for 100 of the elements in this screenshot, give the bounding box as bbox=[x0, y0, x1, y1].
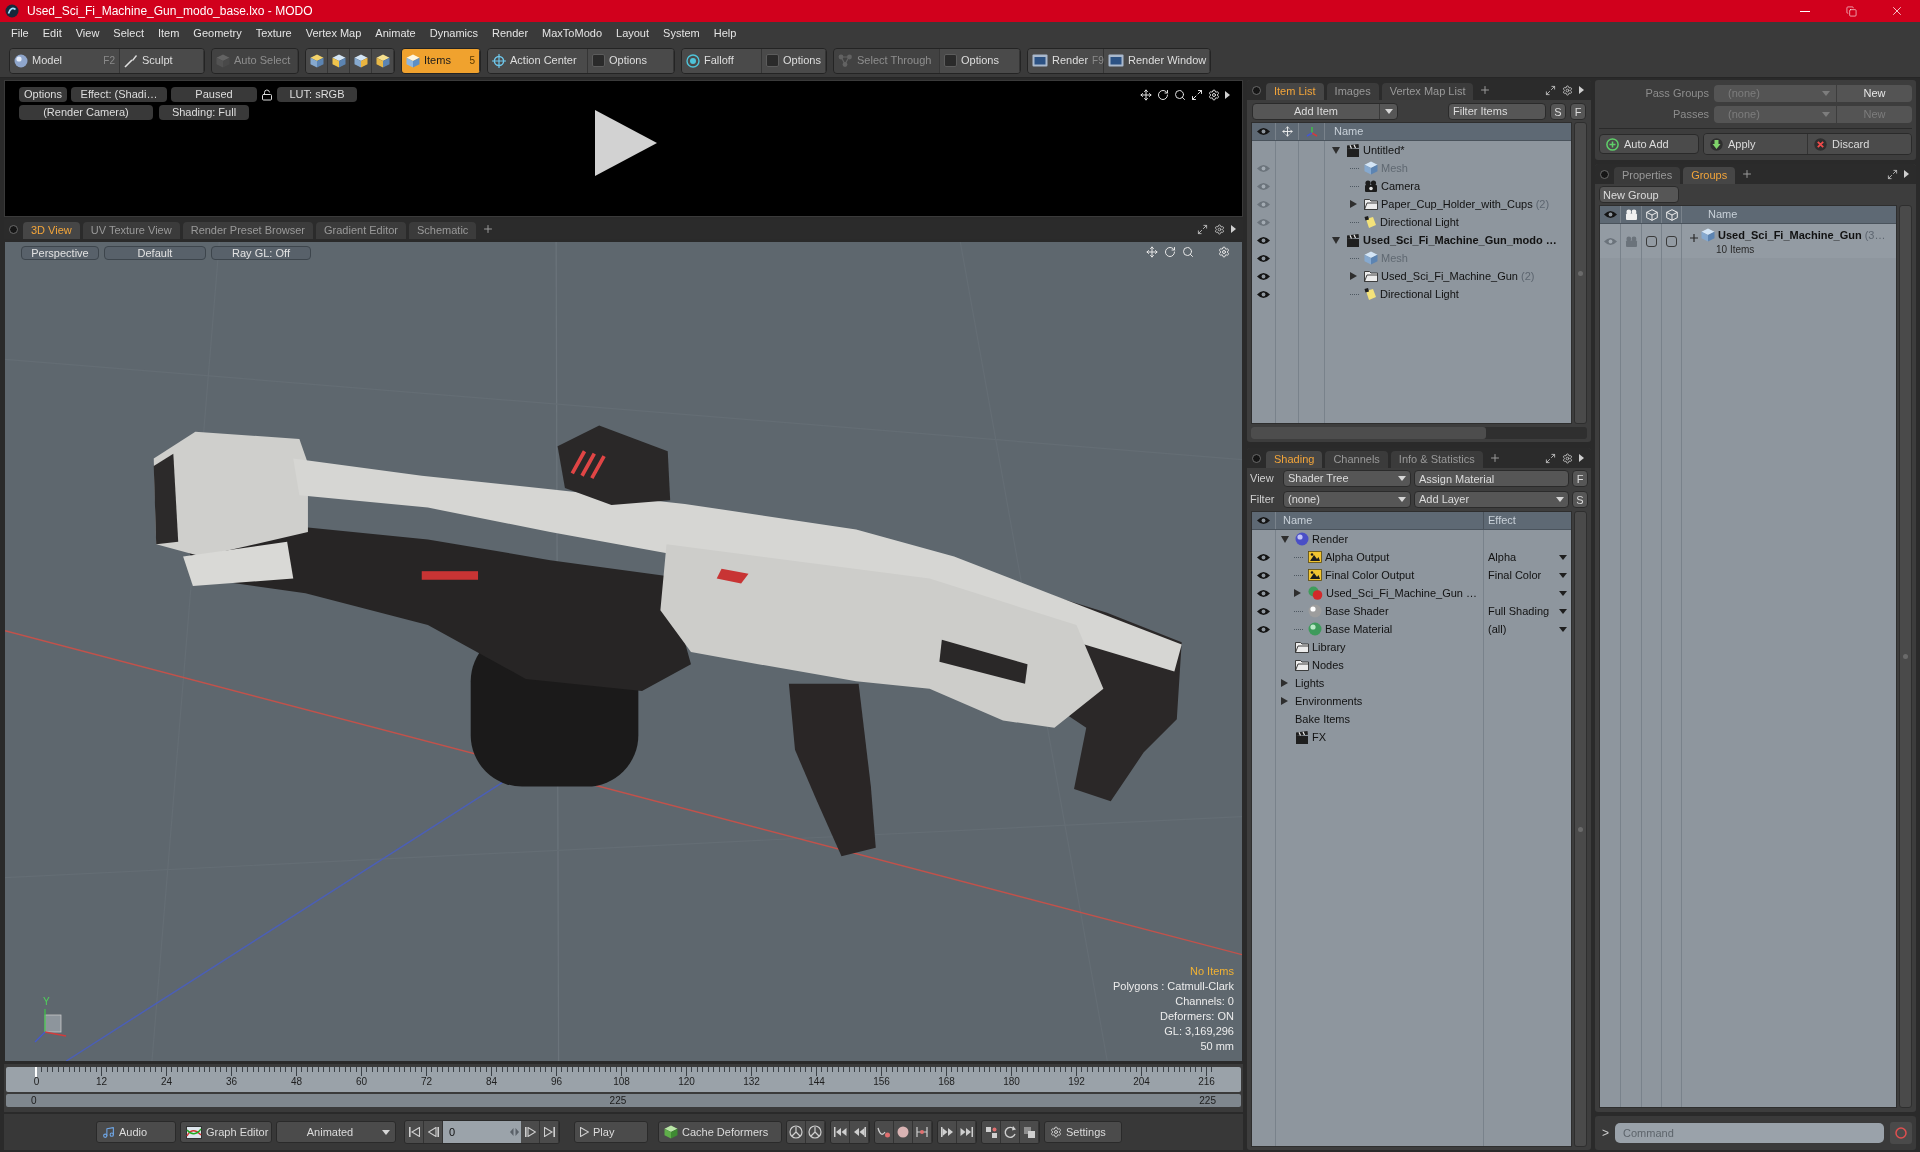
column-header[interactable]: Name bbox=[1682, 206, 1738, 223]
settings-icon[interactable] bbox=[1562, 84, 1573, 96]
toolbar-button[interactable]: Options bbox=[940, 48, 1020, 73]
panel-menu-icon[interactable] bbox=[1600, 169, 1609, 179]
toolbar-button[interactable]: Action Center bbox=[488, 48, 588, 73]
tree-item-label[interactable]: Used_Sci_Fi_Machine_Gun_modo … bbox=[1363, 231, 1557, 249]
menu-item[interactable]: Layout bbox=[616, 24, 650, 42]
toolbar-button[interactable]: Options bbox=[762, 48, 826, 73]
camera-icon[interactable] bbox=[1624, 209, 1638, 220]
next-key-button[interactable] bbox=[938, 1121, 957, 1143]
effect-dropdown[interactable]: Final Color bbox=[1484, 566, 1571, 584]
move-icon[interactable] bbox=[1140, 88, 1152, 101]
column-header[interactable]: Effect bbox=[1484, 512, 1571, 529]
menu-item[interactable]: MaxToModo bbox=[542, 24, 602, 42]
add-tab-icon[interactable] bbox=[1741, 168, 1754, 180]
maximize-icon[interactable] bbox=[1545, 84, 1556, 96]
preview-option-button[interactable]: Paused bbox=[171, 87, 257, 102]
toolbar-button[interactable] bbox=[350, 48, 372, 73]
toolbar-button[interactable] bbox=[372, 48, 394, 73]
discard-button[interactable]: Discard bbox=[1808, 134, 1911, 154]
play-icon[interactable] bbox=[595, 110, 657, 176]
tab[interactable]: Schematic bbox=[409, 222, 477, 239]
eye-icon[interactable] bbox=[1257, 552, 1270, 562]
effect-dropdown[interactable]: Full Shading bbox=[1484, 602, 1571, 620]
new-button[interactable]: New bbox=[1837, 85, 1912, 102]
tab[interactable]: Item List bbox=[1266, 83, 1324, 100]
tab[interactable]: UV Texture View bbox=[82, 222, 180, 239]
key-tool-button[interactable] bbox=[913, 1121, 932, 1143]
maximize-icon[interactable] bbox=[1545, 452, 1556, 464]
menu-item[interactable]: System bbox=[663, 24, 700, 42]
menu-item[interactable]: Item bbox=[157, 24, 180, 42]
right-triangle-icon[interactable] bbox=[1579, 86, 1584, 94]
key-curve-button[interactable] bbox=[875, 1121, 894, 1143]
loop-button[interactable] bbox=[1001, 1121, 1020, 1143]
tree-item-label[interactable]: Lights bbox=[1295, 674, 1325, 692]
column-header[interactable]: Name bbox=[1325, 123, 1364, 140]
group-name[interactable]: Used_Sci_Fi_Machine_Gun bbox=[1718, 227, 1862, 244]
view-dropdown[interactable]: Shader Tree bbox=[1283, 470, 1411, 487]
toggle-button[interactable]: F bbox=[1572, 470, 1588, 487]
tree-item-label[interactable]: Directional Light bbox=[1380, 213, 1459, 231]
effect-dropdown[interactable]: (all) bbox=[1484, 620, 1571, 638]
audio-button[interactable]: Audio bbox=[96, 1121, 176, 1143]
tab[interactable]: 3D View bbox=[23, 222, 80, 239]
tree-item-label[interactable]: Render bbox=[1312, 530, 1349, 548]
preview-option-button[interactable]: (Render Camera) bbox=[19, 105, 153, 120]
spoked-circle-button[interactable] bbox=[787, 1121, 806, 1143]
tree-item-label[interactable]: Untitled* bbox=[1363, 141, 1405, 159]
play-button[interactable]: Play bbox=[574, 1121, 648, 1143]
tab[interactable]: Channels bbox=[1325, 451, 1388, 468]
add-tab-icon[interactable] bbox=[1488, 452, 1501, 464]
down-triangle-icon[interactable] bbox=[1332, 146, 1340, 154]
toolbar-button[interactable]: Render F9 bbox=[1028, 48, 1104, 73]
tab[interactable]: Info & Statistics bbox=[1390, 451, 1483, 468]
maximize-icon[interactable] bbox=[1191, 88, 1203, 101]
add-item-dropdown[interactable]: Add Item bbox=[1252, 102, 1398, 120]
horizontal-scrollbar[interactable] bbox=[1251, 427, 1587, 439]
auto-add-button[interactable]: Auto Add bbox=[1599, 134, 1699, 154]
last-key-button[interactable] bbox=[957, 1121, 976, 1143]
settings-button[interactable]: Settings bbox=[1044, 1121, 1122, 1143]
menu-item[interactable]: Select bbox=[113, 24, 144, 42]
eye-icon[interactable] bbox=[1603, 210, 1617, 219]
vertical-scrollbar[interactable] bbox=[1574, 122, 1587, 424]
menu-item[interactable]: Animate bbox=[375, 24, 416, 42]
maximize-icon[interactable] bbox=[1197, 223, 1208, 235]
vertical-scrollbar[interactable] bbox=[1899, 205, 1912, 1108]
eye-icon[interactable] bbox=[1257, 624, 1270, 634]
tree-item-label[interactable]: Camera bbox=[1381, 177, 1421, 195]
menu-item[interactable]: Dynamics bbox=[429, 24, 478, 42]
effect-dropdown[interactable]: Alpha bbox=[1484, 548, 1571, 566]
panel-menu-icon[interactable] bbox=[9, 224, 18, 234]
tree-item-label[interactable]: Paper_Cup_Holder_with_Cups bbox=[1381, 195, 1533, 213]
down-triangle-icon[interactable] bbox=[1332, 236, 1340, 244]
filter-field[interactable]: Filter Items bbox=[1448, 102, 1546, 120]
eye-icon[interactable] bbox=[1257, 127, 1270, 136]
previous-key-button[interactable] bbox=[850, 1121, 869, 1143]
right-triangle-icon[interactable] bbox=[1225, 90, 1230, 99]
tree-item-label[interactable]: Base Shader bbox=[1325, 602, 1389, 620]
menu-item[interactable]: File bbox=[11, 24, 29, 42]
down-triangle-icon[interactable] bbox=[1281, 535, 1289, 543]
new-group-button[interactable]: New Group bbox=[1599, 186, 1679, 203]
tree-item-label[interactable]: Base Material bbox=[1325, 620, 1393, 638]
expand-plus-icon[interactable] bbox=[1690, 234, 1698, 243]
toolbar-button[interactable]: Render Window bbox=[1104, 48, 1210, 73]
zoom-icon[interactable] bbox=[1174, 88, 1186, 101]
mode-dropdown[interactable]: Animated bbox=[276, 1121, 396, 1143]
rotate-icon[interactable] bbox=[1157, 88, 1169, 101]
playhead-marker[interactable] bbox=[35, 1067, 37, 1077]
preview-option-button[interactable]: Effect: (Shadi… bbox=[71, 87, 167, 102]
right-triangle-icon[interactable] bbox=[1579, 454, 1584, 462]
record-button[interactable] bbox=[894, 1121, 913, 1143]
tab[interactable]: Properties bbox=[1614, 167, 1681, 184]
timeline-ruler[interactable]: 0 12 24 36 48 60 72 84 96 108 120 132 144 156 168 180 192 204 216 bbox=[6, 1067, 1241, 1092]
eye-icon[interactable] bbox=[1257, 253, 1270, 263]
add-tab-icon[interactable] bbox=[482, 223, 495, 235]
vertical-scrollbar[interactable] bbox=[1574, 511, 1587, 1147]
toggle-button[interactable]: S bbox=[1572, 491, 1588, 508]
tree-item-label[interactable]: Library bbox=[1312, 638, 1346, 656]
settings-icon[interactable] bbox=[1208, 88, 1220, 101]
command-field[interactable]: Command bbox=[1615, 1123, 1884, 1143]
spoked-circle-button[interactable] bbox=[806, 1121, 825, 1143]
